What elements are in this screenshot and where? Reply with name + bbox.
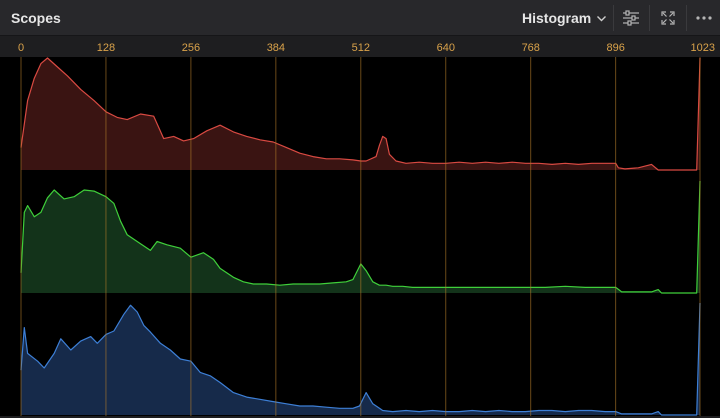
header-divider (649, 5, 650, 31)
panel-title: Scopes (11, 10, 61, 26)
expand-button[interactable] (654, 4, 682, 32)
tick-label-512: 512 (352, 42, 370, 54)
more-icon (696, 16, 712, 20)
sliders-icon (623, 10, 639, 26)
header-divider (613, 5, 614, 31)
chevron-down-icon (597, 15, 607, 21)
scope-settings-button[interactable] (617, 4, 645, 32)
tick-label-1023: 1023 (691, 42, 715, 54)
tick-label-384: 384 (267, 42, 285, 54)
tick-label-128: 128 (97, 42, 115, 54)
expand-icon (661, 11, 675, 25)
panel-header: Scopes Histogram (0, 0, 720, 36)
tick-label-768: 768 (522, 42, 540, 54)
tick-label-640: 640 (437, 42, 455, 54)
tick-label-256: 256 (182, 42, 200, 54)
scope-mode-label: Histogram (522, 10, 592, 26)
more-options-button[interactable] (690, 4, 718, 32)
header-divider (686, 5, 687, 31)
tick-label-896: 896 (607, 42, 625, 54)
scopes-panel: Scopes Histogram 0 128 256 384 512 640 7… (0, 0, 720, 418)
tick-label-0: 0 (18, 42, 24, 54)
histogram-scope: 0 128 256 384 512 640 768 896 1023 (0, 36, 720, 418)
scope-mode-dropdown[interactable]: Histogram (522, 9, 607, 27)
histogram-chart: 0 128 256 384 512 640 768 896 1023 (0, 42, 720, 416)
